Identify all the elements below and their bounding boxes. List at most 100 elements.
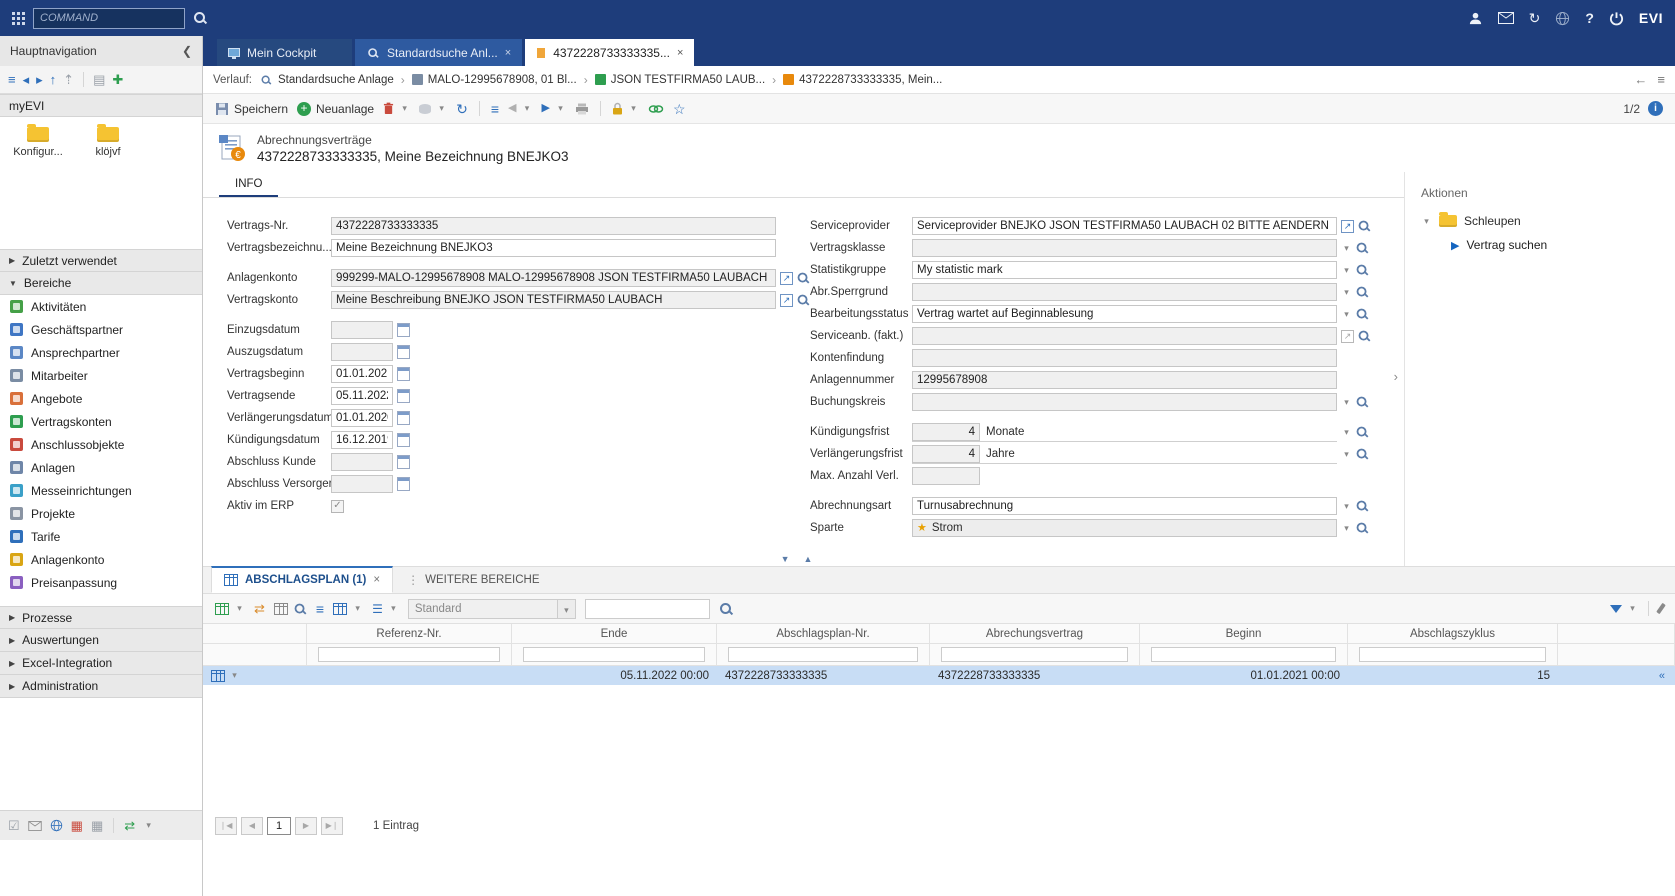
first-page-button[interactable]: ❘◀ xyxy=(215,817,237,835)
sidebar-item-projekte[interactable]: Projekte xyxy=(0,502,202,525)
grid-search-icon[interactable] xyxy=(719,602,733,616)
tasks-icon[interactable]: ☑ xyxy=(8,819,20,832)
new-row-button[interactable]: ▾ xyxy=(215,603,245,615)
section-administration[interactable]: ▶Administration xyxy=(0,675,202,698)
shortcut-klojvf[interactable]: klöjvf xyxy=(82,127,134,158)
dropdown-icon[interactable]: ▾ xyxy=(1627,603,1638,614)
close-tab-icon[interactable]: × xyxy=(373,574,380,586)
dropdown-icon[interactable]: ▾ xyxy=(521,103,532,114)
dropdown-icon[interactable]: ▾ xyxy=(1341,287,1352,298)
dropdown-icon[interactable]: ▾ xyxy=(1341,501,1352,512)
menu-icon[interactable]: ≡ xyxy=(316,602,324,616)
calendar-red-icon[interactable]: ▦ xyxy=(71,819,83,832)
column-abschlagszyklus[interactable]: Abschlagszyklus xyxy=(1348,624,1558,644)
mail-icon[interactable] xyxy=(1498,12,1514,24)
column-abrechnungsvertrag[interactable]: Abrechungsvertrag xyxy=(930,624,1140,644)
tab-mein-cockpit[interactable]: Mein Cockpit xyxy=(217,39,352,66)
dropdown-icon[interactable]: ▾ xyxy=(388,603,399,614)
abschluss-kunde-input[interactable] xyxy=(331,453,393,471)
open-detail-icon[interactable]: ↗ xyxy=(780,272,793,285)
verlaengerungsfrist-input[interactable] xyxy=(912,445,980,463)
dropdown-icon[interactable]: ▾ xyxy=(558,599,576,619)
swap-icon[interactable]: ⇄ xyxy=(124,819,135,832)
prev-page-button[interactable]: ◀ xyxy=(241,817,263,835)
section-prozesse[interactable]: ▶Prozesse xyxy=(0,606,202,629)
scroll-left-icon[interactable]: « xyxy=(1659,670,1667,682)
list-view-button[interactable]: ☰▾ xyxy=(372,603,399,615)
tab-standardsuche[interactable]: Standardsuche Anl... × xyxy=(355,39,522,66)
user-up-icon[interactable]: ⇡ xyxy=(63,73,74,86)
row-open-icon[interactable] xyxy=(211,670,225,682)
sparte-input[interactable]: ★ Strom xyxy=(912,519,1337,537)
vertrags-nr-input[interactable] xyxy=(331,217,776,235)
command-input[interactable] xyxy=(33,8,185,29)
vertragskonto-input[interactable] xyxy=(331,291,776,309)
collapse-up-icon[interactable]: ▲ xyxy=(804,554,827,564)
dropdown-icon[interactable]: ▾ xyxy=(628,103,639,114)
search-icon[interactable] xyxy=(1356,426,1369,439)
sidebar-item-anlagen[interactable]: Anlagen xyxy=(0,456,202,479)
nav-forward-icon[interactable]: ▸ xyxy=(36,73,43,86)
list-menu-icon[interactable]: ≡ xyxy=(491,102,499,116)
calendar-icon[interactable] xyxy=(397,345,410,359)
sidebar-item-tarife[interactable]: Tarife xyxy=(0,525,202,548)
lock-button[interactable]: ▾ xyxy=(612,102,639,115)
command-search-icon[interactable] xyxy=(193,11,207,25)
abr-sperrgrund-input[interactable] xyxy=(912,283,1337,301)
table-row[interactable]: ▾ 05.11.2022 00:00 4372228733333335 4372… xyxy=(203,666,1675,686)
panel-expand-icon[interactable]: › xyxy=(1394,369,1398,384)
open-detail-icon[interactable]: ↗ xyxy=(1341,220,1354,233)
grid-search-input[interactable] xyxy=(585,599,710,619)
kontenfindung-input[interactable] xyxy=(912,349,1337,367)
refresh-icon[interactable]: ↻ xyxy=(456,102,468,116)
verlaengerungsdatum-input[interactable] xyxy=(331,409,393,427)
dropdown-icon[interactable]: ▾ xyxy=(1341,427,1352,438)
copy-page-icon[interactable]: ▤ xyxy=(93,73,105,86)
vertragsklasse-input[interactable] xyxy=(912,239,1337,257)
globe-icon[interactable] xyxy=(1555,11,1570,26)
sidebar-item-ansprechpartner[interactable]: Ansprechpartner xyxy=(0,341,202,364)
abrechnungsart-input[interactable] xyxy=(912,497,1337,515)
sidebar-item-mitarbeiter[interactable]: Mitarbeiter xyxy=(0,364,202,387)
dataset-button[interactable]: ▾ xyxy=(419,103,447,114)
breadcrumb-item[interactable]: 4372228733333335, Mein... xyxy=(783,74,942,86)
sidebar-item-preisanpassung[interactable]: Preisanpassung xyxy=(0,571,202,594)
filter-referenz-input[interactable] xyxy=(318,647,500,662)
open-detail-icon[interactable]: ↗ xyxy=(780,294,793,307)
collapse-down-icon[interactable]: ▼ xyxy=(781,554,804,564)
search-icon[interactable] xyxy=(1356,500,1369,513)
table-add-icon[interactable]: ▦ xyxy=(91,819,103,832)
globe-icon[interactable] xyxy=(50,819,63,832)
dropdown-icon[interactable]: ▾ xyxy=(1341,397,1352,408)
current-page[interactable]: 1 xyxy=(267,817,291,835)
filter-button[interactable]: ▾ xyxy=(1610,603,1638,614)
section-excel-integration[interactable]: ▶Excel-Integration xyxy=(0,652,202,675)
statistikgruppe-input[interactable] xyxy=(912,261,1337,279)
kuendigungsdatum-input[interactable] xyxy=(331,431,393,449)
section-auswertungen[interactable]: ▶Auswertungen xyxy=(0,629,202,652)
column-beginn[interactable]: Beginn xyxy=(1140,624,1348,644)
search-icon[interactable] xyxy=(797,294,810,307)
shortcut-konfigur[interactable]: Konfigur... xyxy=(12,127,64,158)
calendar-icon[interactable] xyxy=(397,455,410,469)
column-ende[interactable]: Ende xyxy=(512,624,717,644)
calendar-icon[interactable] xyxy=(397,389,410,403)
calendar-icon[interactable] xyxy=(397,477,410,491)
dropdown-icon[interactable]: ▾ xyxy=(143,820,154,831)
dropdown-icon[interactable]: ▾ xyxy=(352,603,363,614)
calendar-icon[interactable] xyxy=(397,433,410,447)
last-page-button[interactable]: ▶❘ xyxy=(321,817,343,835)
dropdown-icon[interactable]: ▾ xyxy=(229,670,240,681)
search-icon[interactable] xyxy=(1356,522,1369,535)
calendar-icon[interactable] xyxy=(397,367,410,381)
search-icon[interactable] xyxy=(1356,286,1369,299)
save-button[interactable]: Speichern xyxy=(215,102,288,116)
vertragsende-input[interactable] xyxy=(331,387,393,405)
search-icon[interactable] xyxy=(1356,448,1369,461)
sidebar-item-vertragskonten[interactable]: Vertragskonten xyxy=(0,410,202,433)
dropdown-icon[interactable]: ▾ xyxy=(1341,449,1352,460)
view-preset-select[interactable]: Standard ▾ xyxy=(408,599,576,619)
section-myevi[interactable]: myEVI xyxy=(0,94,202,117)
link-icon[interactable] xyxy=(648,104,664,114)
section-zuletzt-verwendet[interactable]: ▶ Zuletzt verwendet xyxy=(0,249,202,272)
